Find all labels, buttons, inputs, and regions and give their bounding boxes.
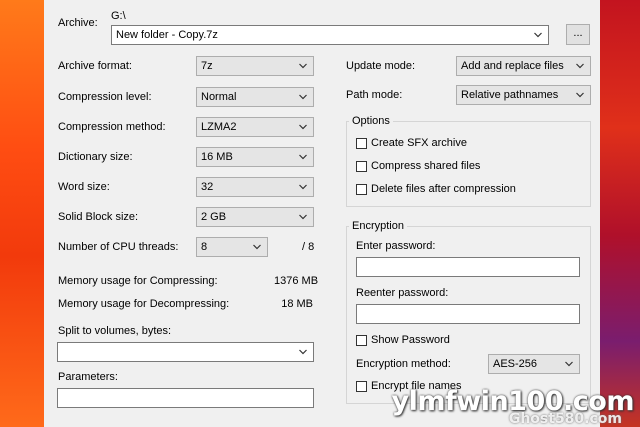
enter-password-input[interactable] bbox=[356, 257, 580, 277]
archive-format-select[interactable]: 7z bbox=[196, 56, 314, 76]
delete-after-checkbox[interactable] bbox=[356, 184, 367, 195]
cpu-threads-value: 8 bbox=[201, 241, 208, 253]
chevron-down-icon bbox=[299, 214, 307, 220]
memory-decompress-label: Memory usage for Decompressing: bbox=[58, 298, 230, 310]
memory-decompress-value: 18 MB bbox=[281, 298, 313, 310]
create-sfx-label: Create SFX archive bbox=[371, 137, 467, 149]
browse-button[interactable]: ... bbox=[566, 24, 590, 45]
chevron-down-icon bbox=[565, 361, 573, 367]
parameters-input[interactable] bbox=[57, 388, 314, 408]
split-volumes-label: Split to volumes, bytes: bbox=[58, 325, 172, 337]
archive-label: Archive: bbox=[58, 17, 98, 29]
parameters-label: Parameters: bbox=[58, 371, 118, 383]
compression-method-select[interactable]: LZMA2 bbox=[196, 117, 314, 137]
delete-after-label: Delete files after compression bbox=[371, 183, 516, 195]
chevron-down-icon bbox=[576, 92, 584, 98]
path-mode-label: Path mode: bbox=[346, 89, 403, 101]
reenter-password-input[interactable] bbox=[356, 304, 580, 324]
cpu-threads-select[interactable]: 8 bbox=[196, 237, 268, 257]
show-password-label: Show Password bbox=[371, 334, 450, 346]
compression-method-label: Compression method: bbox=[58, 121, 166, 133]
encryption-group-title: Encryption bbox=[349, 220, 407, 233]
word-size-select[interactable]: 32 bbox=[196, 177, 314, 197]
solid-block-size-label: Solid Block size: bbox=[58, 211, 139, 223]
archive-format-label: Archive format: bbox=[58, 60, 132, 72]
encryption-method-value: AES-256 bbox=[493, 358, 538, 370]
create-sfx-checkbox[interactable] bbox=[356, 138, 367, 149]
update-mode-value: Add and replace files bbox=[461, 60, 564, 72]
path-mode-select[interactable]: Relative pathnames bbox=[456, 85, 591, 105]
compression-level-value: Normal bbox=[201, 91, 237, 103]
archive-path: G:\ bbox=[111, 10, 126, 22]
archive-format-value: 7z bbox=[201, 60, 213, 72]
solid-block-size-select[interactable]: 2 GB bbox=[196, 207, 314, 227]
cpu-threads-total: / 8 bbox=[302, 241, 315, 253]
archive-filename-combo[interactable]: New folder - Copy.7z bbox=[111, 25, 549, 45]
chevron-down-icon bbox=[299, 154, 307, 160]
compression-level-select[interactable]: Normal bbox=[196, 87, 314, 107]
chevron-down-icon bbox=[576, 63, 584, 69]
wallpaper-right bbox=[600, 0, 640, 427]
dictionary-size-label: Dictionary size: bbox=[58, 151, 133, 163]
chevron-down-icon bbox=[299, 63, 307, 69]
reenter-password-label: Reenter password: bbox=[356, 287, 449, 299]
update-mode-select[interactable]: Add and replace files bbox=[456, 56, 591, 76]
chevron-down-icon bbox=[299, 94, 307, 100]
word-size-value: 32 bbox=[201, 181, 214, 193]
options-group-title: Options bbox=[349, 115, 393, 128]
update-mode-label: Update mode: bbox=[346, 60, 416, 72]
compression-method-value: LZMA2 bbox=[201, 121, 237, 133]
chevron-down-icon bbox=[253, 244, 261, 250]
archive-filename: New folder - Copy.7z bbox=[116, 29, 218, 41]
path-mode-value: Relative pathnames bbox=[461, 89, 559, 101]
memory-compress-label: Memory usage for Compressing: bbox=[58, 275, 218, 287]
chevron-down-icon bbox=[299, 124, 307, 130]
encrypt-names-checkbox[interactable] bbox=[356, 381, 367, 392]
show-password-checkbox[interactable] bbox=[356, 335, 367, 346]
split-volumes-combo[interactable] bbox=[57, 342, 314, 362]
word-size-label: Word size: bbox=[58, 181, 110, 193]
cpu-threads-label: Number of CPU threads: bbox=[58, 241, 179, 253]
dictionary-size-select[interactable]: 16 MB bbox=[196, 147, 314, 167]
memory-compress-value: 1376 MB bbox=[274, 275, 319, 287]
chevron-down-icon bbox=[299, 349, 307, 355]
dictionary-size-value: 16 MB bbox=[201, 151, 233, 163]
chevron-down-icon bbox=[534, 32, 542, 38]
watermark-subtext: Ghost580.com bbox=[508, 411, 622, 427]
encryption-method-select[interactable]: AES-256 bbox=[488, 354, 580, 374]
encryption-method-label: Encryption method: bbox=[356, 358, 451, 370]
compress-shared-checkbox[interactable] bbox=[356, 161, 367, 172]
enter-password-label: Enter password: bbox=[356, 240, 436, 252]
wallpaper-left bbox=[0, 0, 44, 427]
chevron-down-icon bbox=[299, 184, 307, 190]
add-to-archive-dialog: Archive: G:\ New folder - Copy.7z ... Ar… bbox=[44, 0, 600, 427]
solid-block-size-value: 2 GB bbox=[201, 211, 227, 223]
compress-shared-label: Compress shared files bbox=[371, 160, 481, 172]
compression-level-label: Compression level: bbox=[58, 91, 152, 103]
